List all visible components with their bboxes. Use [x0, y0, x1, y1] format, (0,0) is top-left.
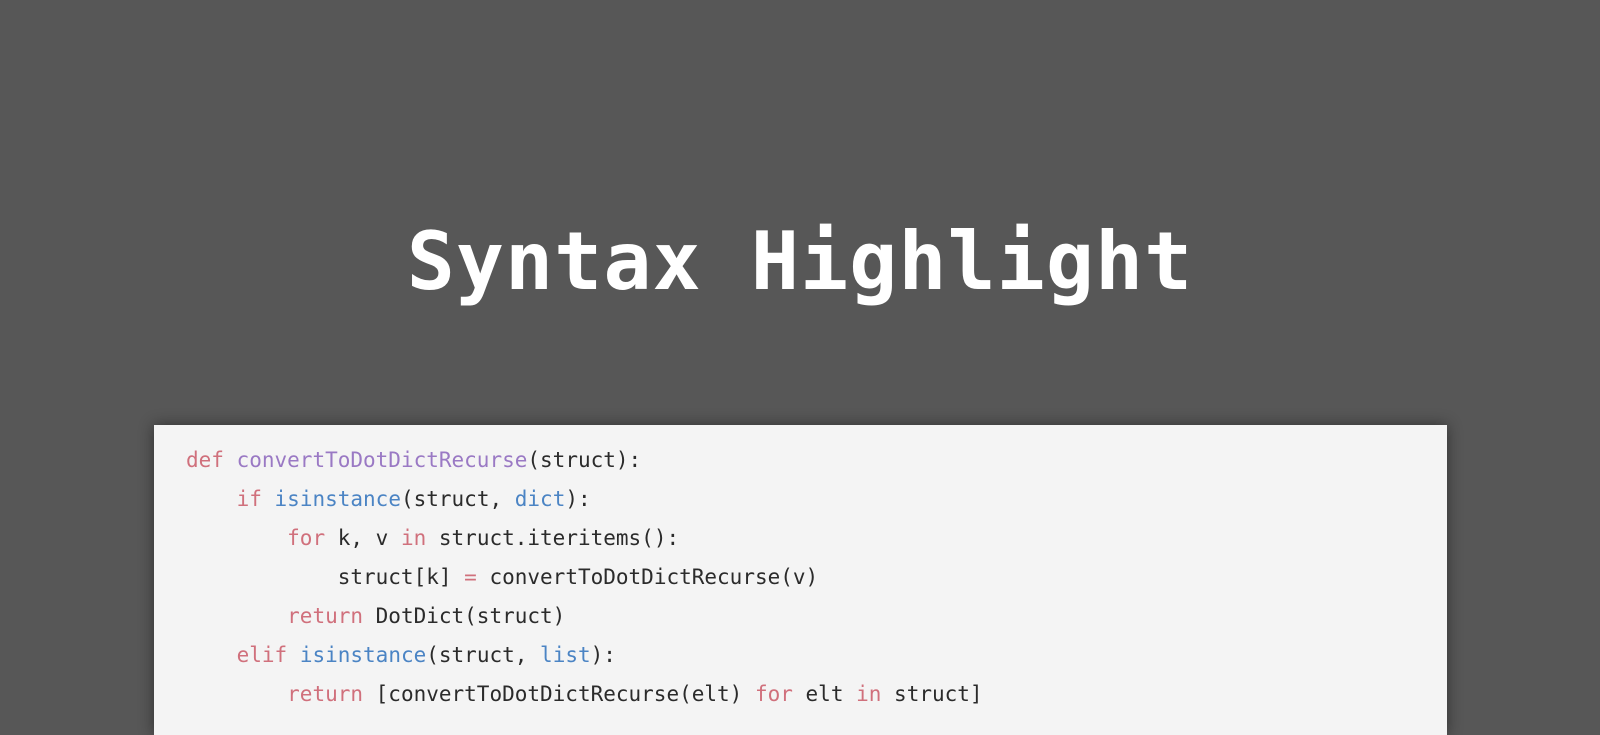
code-text: (struct):	[527, 448, 642, 472]
code-block[interactable]: def convertToDotDictRecurse(struct): if …	[186, 441, 983, 714]
code-text: ):	[565, 487, 591, 511]
code-builtin: isinstance	[299, 643, 427, 667]
code-text: [convertToDotDictRecurse(elt)	[363, 682, 755, 706]
code-text: (struct,	[400, 487, 515, 511]
code-line: def convertToDotDictRecurse(struct):	[186, 441, 983, 480]
code-keyword: elif	[236, 643, 288, 667]
code-keyword: in	[856, 682, 882, 706]
code-line: return DotDict(struct)	[186, 597, 983, 636]
code-text: convertToDotDictRecurse(v)	[476, 565, 819, 589]
code-text: DotDict(struct)	[363, 604, 566, 628]
code-keyword: def	[186, 448, 224, 472]
code-builtin: list	[540, 643, 591, 667]
code-keyword: return	[287, 604, 364, 628]
code-text: ):	[590, 643, 616, 667]
code-line: return [convertToDotDictRecurse(elt) for…	[186, 675, 983, 714]
code-builtin: dict	[514, 487, 566, 511]
code-line: if isinstance(struct, dict):	[186, 480, 983, 519]
code-text: k, v	[325, 526, 401, 550]
code-builtin: isinstance	[274, 487, 401, 511]
code-line: struct[k] = convertToDotDictRecurse(v)	[186, 558, 983, 597]
code-function-name: convertToDotDictRecurse	[236, 448, 528, 472]
code-keyword: if	[236, 487, 262, 511]
code-text: struct.iteritems():	[426, 526, 680, 550]
code-keyword: return	[287, 682, 364, 706]
code-line: elif isinstance(struct, list):	[186, 636, 983, 675]
code-keyword: for	[287, 526, 326, 550]
code-text: struct]	[881, 682, 983, 706]
code-operator: =	[464, 565, 477, 589]
code-card: def convertToDotDictRecurse(struct): if …	[154, 425, 1447, 735]
code-text: elt	[792, 682, 857, 706]
code-keyword: for	[754, 682, 793, 706]
code-line: for k, v in struct.iteritems():	[186, 519, 983, 558]
code-keyword: in	[400, 526, 427, 550]
code-text: (struct,	[426, 643, 541, 667]
page-title: Syntax Highlight	[406, 215, 1194, 308]
code-text: struct[k]	[186, 565, 465, 589]
